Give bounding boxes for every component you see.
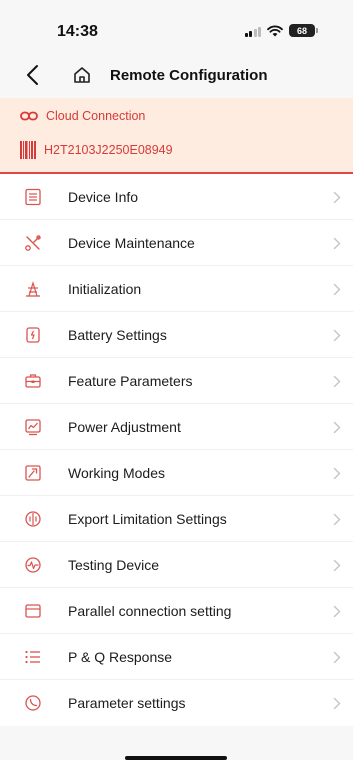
chevron-right-icon [333,237,341,250]
working-modes-icon [25,465,41,481]
initialization-icon [26,280,40,297]
parameter-settings-icon [25,695,41,711]
battery-settings-icon [26,327,40,343]
menu-item-power-adjustment[interactable]: Power Adjustment [0,404,353,450]
menu-item-parallel-connection-setting[interactable]: Parallel connection setting [0,588,353,634]
pq-response-icon [25,650,40,664]
menu-item-label: Export Limitation Settings [68,510,227,527]
chevron-right-icon [333,467,341,480]
navigation-bar: Remote Configuration [0,52,353,98]
device-info-icon [25,188,41,206]
bottom-safe-area [0,726,353,760]
home-icon[interactable] [72,65,92,85]
menu-item-label: Testing Device [68,556,160,573]
chevron-right-icon [333,605,341,618]
testing-device-icon [25,557,41,573]
connection-label: Cloud Connection [46,109,146,123]
chevron-right-icon [333,651,341,664]
menu-item-initialization[interactable]: Initialization [0,266,353,312]
menu-item-label: Parameter settings [68,695,186,711]
menu-item-label: Parallel connection setting [68,602,232,619]
chevron-right-icon [333,283,341,296]
device-maintenance-icon [25,235,41,251]
parallel-connection-icon [25,604,41,618]
menu-item-label: P & Q Response [68,648,173,665]
chevron-right-icon [333,375,341,388]
link-icon [20,111,38,121]
cellular-signal-icon [244,25,261,37]
settings-menu: Device Info Device Maintenance Initializ… [0,174,353,726]
menu-item-device-maintenance[interactable]: Device Maintenance [0,220,353,266]
chevron-right-icon [333,697,341,710]
chevron-right-icon [333,329,341,342]
menu-item-label: Power Adjustment [68,418,181,435]
serial-number-row: H2T2103J2250E08949 [20,141,173,159]
back-chevron-icon[interactable] [22,62,46,88]
wifi-icon [267,25,283,36]
cloud-connection-row: Cloud Connection [20,109,145,123]
menu-item-label: Device Info [68,188,139,205]
menu-item-pq-response[interactable]: P & Q Response [0,634,353,680]
status-time: 14:38 [57,23,98,40]
chevron-right-icon [333,421,341,434]
menu-item-battery-settings[interactable]: Battery Settings [0,312,353,358]
menu-item-label: Feature Parameters [68,372,193,389]
menu-item-device-info[interactable]: Device Info [0,174,353,220]
feature-parameters-icon [25,374,41,388]
menu-item-label: Battery Settings [68,326,167,343]
power-adjustment-icon [25,419,41,436]
menu-item-testing-device[interactable]: Testing Device [0,542,353,588]
battery-icon: 68 [289,24,318,37]
menu-item-feature-parameters[interactable]: Feature Parameters [0,358,353,404]
connection-banner: Cloud Connection H2T2103J2250E08949 [0,98,353,174]
menu-item-label: Device Maintenance [68,234,195,251]
menu-item-label: Initialization [68,280,142,297]
export-limitation-icon [25,511,41,527]
chevron-right-icon [333,191,341,204]
menu-item-working-modes[interactable]: Working Modes [0,450,353,496]
home-indicator[interactable] [125,756,227,760]
page-title: Remote Configuration [110,67,268,84]
chevron-right-icon [333,559,341,572]
chevron-right-icon [333,513,341,526]
status-icons: 68 [244,24,318,37]
menu-item-parameter-settings[interactable]: Parameter settings [0,680,353,726]
barcode-icon [20,141,36,159]
menu-item-export-limitation-settings[interactable]: Export Limitation Settings [0,496,353,542]
serial-number: H2T2103J2250E08949 [44,143,173,157]
status-bar: 14:38 68 [0,0,353,52]
menu-item-label: Working Modes [68,464,166,481]
